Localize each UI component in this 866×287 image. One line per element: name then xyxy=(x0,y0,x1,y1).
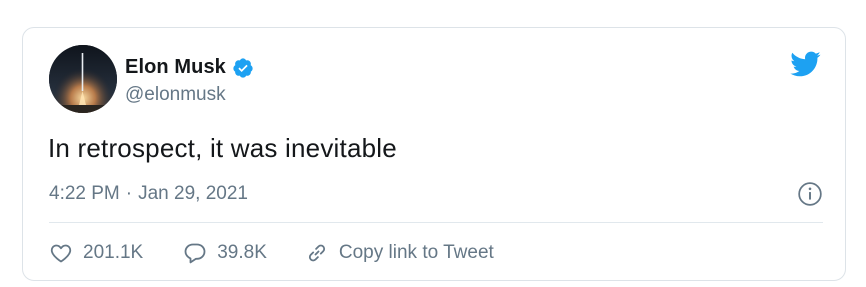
like-button[interactable]: 201.1K xyxy=(49,241,143,265)
link-icon xyxy=(308,244,325,262)
tweet-text: In retrospect, it was inevitable xyxy=(48,133,397,163)
tweet-card[interactable]: Elon Musk @elonmusk In retrospect, it wa… xyxy=(22,27,846,281)
page: Elon Musk @elonmusk In retrospect, it wa… xyxy=(0,0,866,287)
twitter-bird-icon[interactable] xyxy=(787,48,823,80)
divider xyxy=(49,222,823,223)
like-count: 201.1K xyxy=(83,242,144,263)
tweet-actions: 201.1K 39.8K Copy link to Tweet xyxy=(49,241,494,265)
author-display-name[interactable]: Elon Musk xyxy=(125,56,226,79)
timestamp-separator: · xyxy=(125,183,133,204)
copy-link-button[interactable]: Copy link to Tweet xyxy=(305,241,494,265)
info-icon[interactable] xyxy=(797,181,823,207)
speech-bubble-icon xyxy=(184,243,206,264)
rocket-launch-avatar-icon xyxy=(49,45,117,113)
tweet-time: 4:22 PM xyxy=(49,183,120,204)
copy-link-label: Copy link to Tweet xyxy=(338,242,494,263)
heart-icon xyxy=(50,244,72,263)
tweet-date: Jan 29, 2021 xyxy=(138,183,248,204)
avatar[interactable] xyxy=(49,45,117,113)
author-name-row: Elon Musk xyxy=(125,56,254,79)
author-handle[interactable]: @elonmusk xyxy=(125,84,226,106)
reply-button[interactable]: 39.8K xyxy=(183,241,267,265)
tweet-timestamp[interactable]: 4:22 PM · Jan 29, 2021 xyxy=(49,183,248,205)
verified-badge-icon xyxy=(233,57,253,78)
reply-count: 39.8K xyxy=(217,242,267,263)
